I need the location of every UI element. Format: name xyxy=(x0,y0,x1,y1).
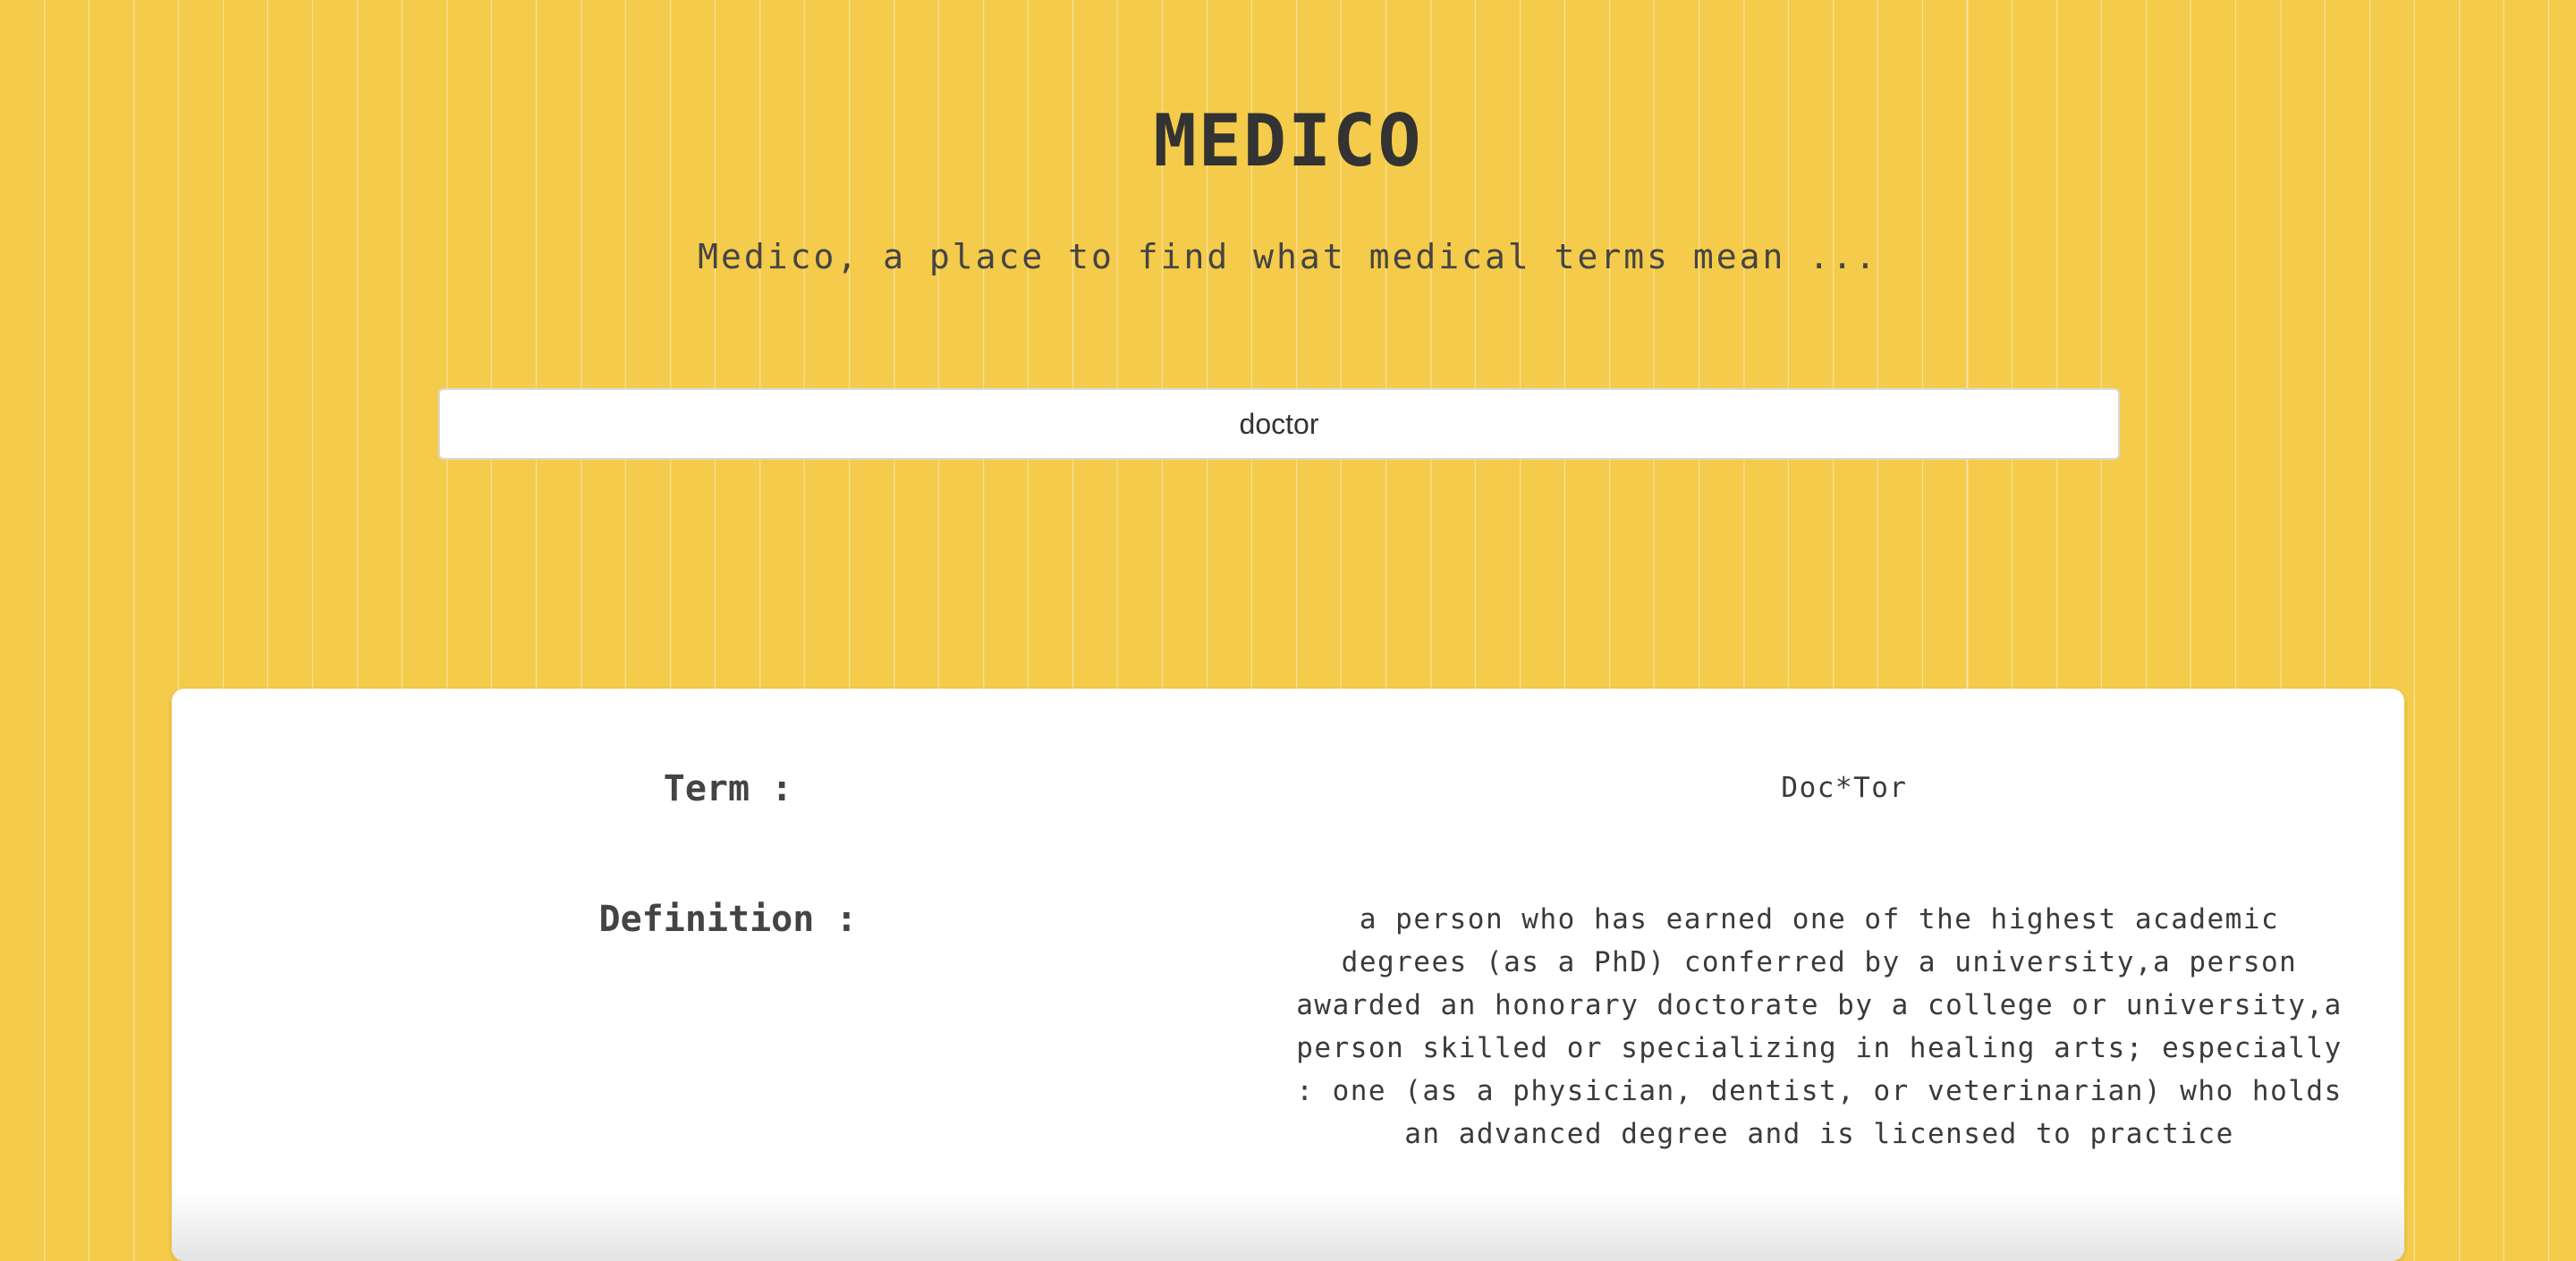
card-bottom-fade xyxy=(172,1189,2404,1261)
page-subtitle: Medico, a place to find what medical ter… xyxy=(698,237,1878,276)
term-label: Term : xyxy=(663,768,793,809)
result-card: Term : Doc*Tor Definition : a person who… xyxy=(172,689,2404,1261)
term-value: Doc*Tor xyxy=(1781,772,1908,804)
search-input[interactable] xyxy=(438,388,2120,460)
definition-wrap: a person who has earned one of the highe… xyxy=(1292,898,2347,1155)
definition-value: a person who has earned one of the highe… xyxy=(1296,903,2343,1150)
definition-label: Definition : xyxy=(598,899,858,940)
page-title: MEDICO xyxy=(1153,99,1423,182)
